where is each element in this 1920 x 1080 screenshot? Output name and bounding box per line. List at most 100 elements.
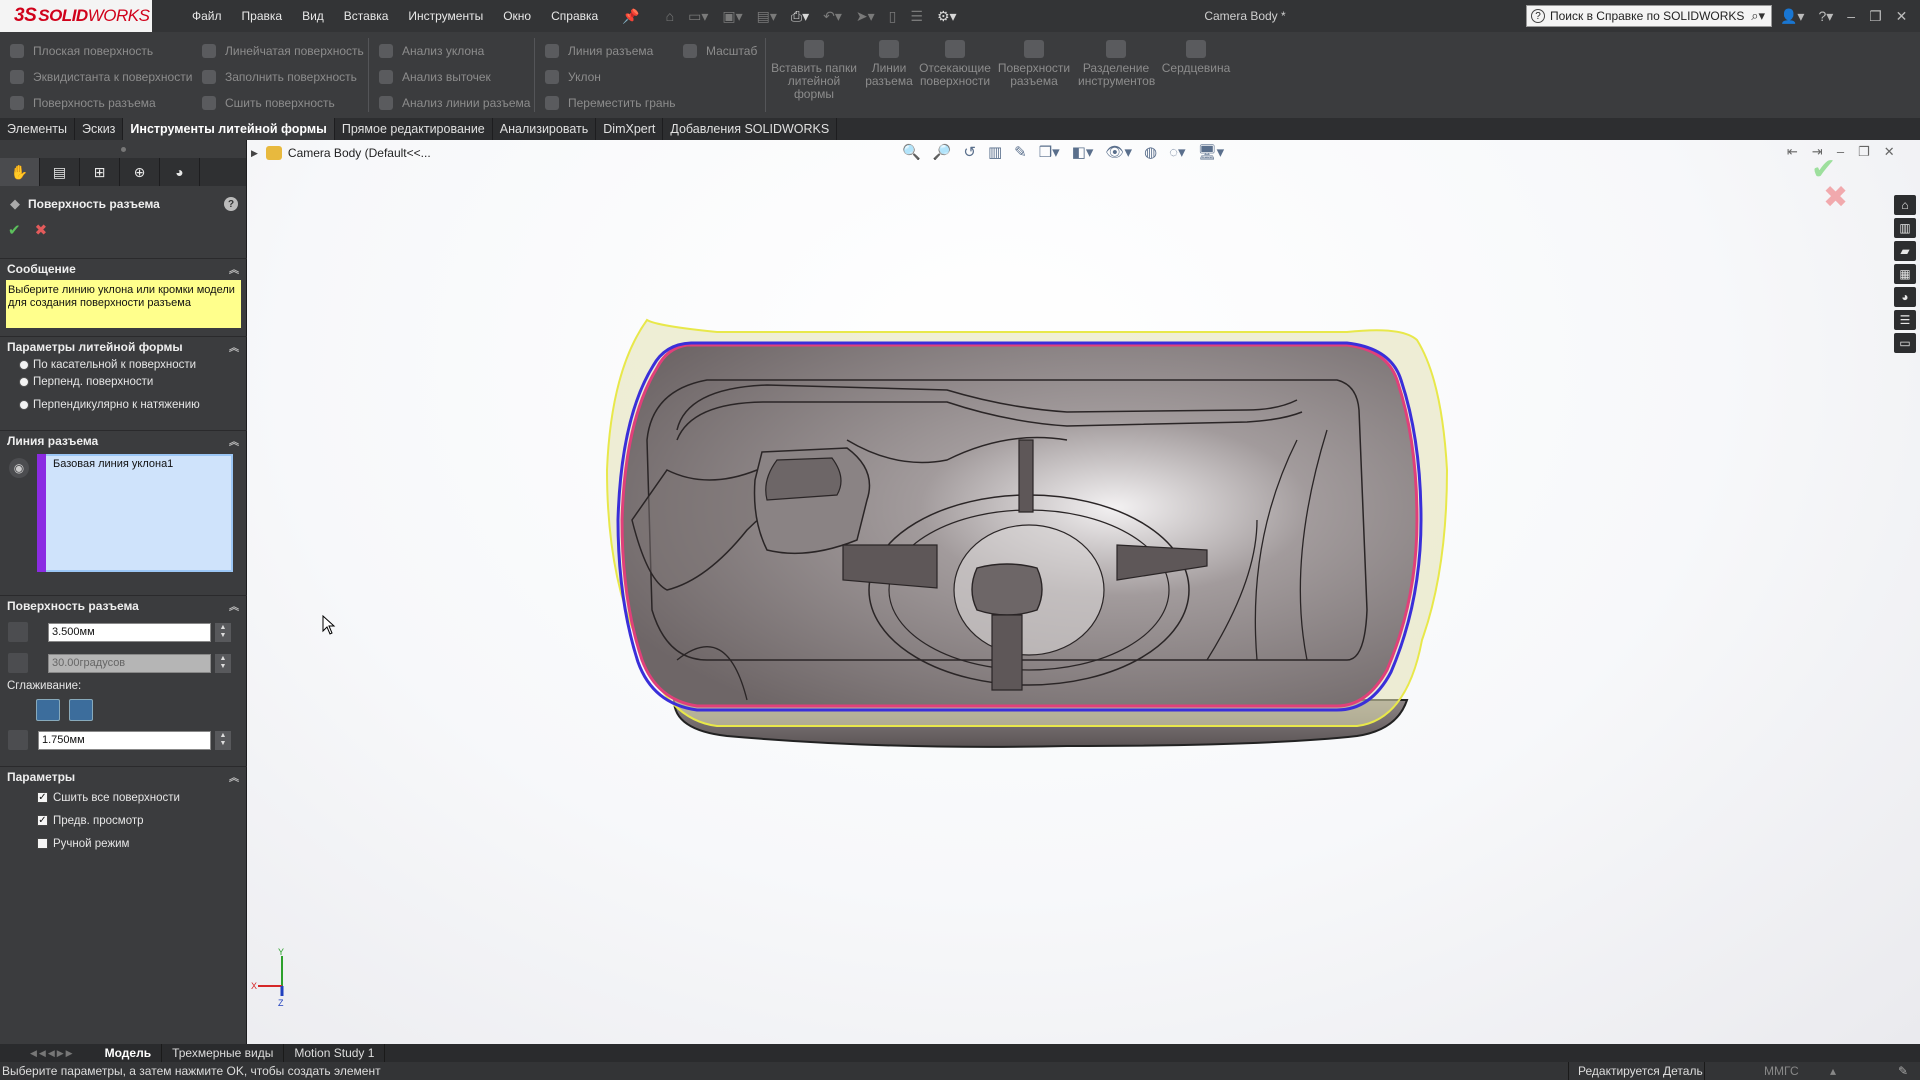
- ok-check-icon[interactable]: ✔: [8, 221, 21, 239]
- camera-body-model[interactable]: [247, 140, 1920, 1044]
- checkbox-checked[interactable]: ✓: [37, 792, 48, 803]
- menu-edit[interactable]: Правка: [232, 0, 293, 32]
- units-dropdown-icon[interactable]: ▴: [1830, 1064, 1836, 1078]
- radio-perpendicular-to-pull[interactable]: Перпендикулярно к натяжению: [0, 396, 247, 413]
- parting-line-header[interactable]: Линия разъема ︽: [0, 430, 247, 450]
- shut-off-surfaces-button[interactable]: Отсекающие поверхности: [918, 40, 992, 88]
- design-library-icon[interactable]: ▥: [1894, 218, 1916, 238]
- previous-view-icon[interactable]: ↺: [963, 143, 976, 161]
- checkbox-unchecked[interactable]: [37, 838, 48, 849]
- parting-surface-button[interactable]: Поверхность разъема: [10, 90, 192, 116]
- save-icon[interactable]: ▤▾: [757, 8, 777, 25]
- tooling-split-button[interactable]: Разделение инструментов: [1078, 40, 1155, 88]
- parting-line-analysis-button[interactable]: Анализ линии разъема: [379, 90, 530, 116]
- display-style-icon[interactable]: ◧▾: [1072, 143, 1094, 161]
- zoom-to-fit-icon[interactable]: 🔍: [902, 143, 921, 161]
- help-question-icon[interactable]: ?: [224, 197, 238, 211]
- options-gear-icon[interactable]: ⚙▾: [937, 8, 957, 25]
- zoom-to-area-icon[interactable]: 🔎: [933, 143, 952, 161]
- undo-icon[interactable]: ↶▾: [823, 8, 842, 25]
- ruled-surface-button[interactable]: Линейчатая поверхность: [202, 38, 364, 64]
- restore-icon[interactable]: ❐: [1869, 8, 1882, 25]
- mold-parameters-header[interactable]: Параметры литейной формы ︽: [0, 336, 247, 356]
- part-label[interactable]: Camera Body (Default<<...: [288, 146, 431, 160]
- collapse-chevron-icon[interactable]: ︽: [229, 598, 239, 613]
- section-view-icon[interactable]: ▥: [988, 143, 1002, 161]
- user-icon[interactable]: 👤▾: [1780, 8, 1804, 25]
- tab-direct-editing[interactable]: Прямое редактирование: [335, 118, 493, 140]
- scale-button[interactable]: Масштаб: [683, 38, 757, 64]
- tab-solidworks-addins[interactable]: Добавления SOLIDWORKS: [663, 118, 838, 140]
- tab-scroll-arrows-icon[interactable]: ◀◀◀▶▶: [30, 1048, 75, 1059]
- menu-window[interactable]: Окно: [493, 0, 541, 32]
- checkbox-show-preview[interactable]: ✓ Предв. просмотр: [0, 809, 247, 832]
- view-orientation-icon[interactable]: ❒▾: [1039, 143, 1060, 161]
- checkbox-knit-all-surfaces[interactable]: ✓ Сшить все поверхности: [0, 786, 247, 809]
- smoothing-distance-spinner[interactable]: ▲ ▼: [215, 730, 231, 750]
- dimxpert-manager-tab-icon[interactable]: ⊕: [120, 158, 160, 186]
- select-icon[interactable]: ➤▾: [856, 8, 875, 25]
- apply-scene-icon[interactable]: ◌▾: [1169, 143, 1185, 161]
- minimize-icon[interactable]: –: [1847, 8, 1855, 24]
- checkbox-manual-mode[interactable]: Ручной режим: [0, 832, 247, 855]
- graphics-area[interactable]: ▶ Camera Body (Default<<... 🔍 🔎 ↺ ▥ ✎ ❒▾…: [247, 140, 1920, 1044]
- parting-line-selection-box[interactable]: Базовая линия уклона1: [37, 454, 233, 572]
- feature-manager-tab-icon[interactable]: ✋: [0, 158, 40, 186]
- insert-mold-folders-button[interactable]: Вставить папки литейной формы: [771, 40, 857, 101]
- split-line-button[interactable]: Линия разъема: [545, 38, 675, 64]
- close-icon[interactable]: ✕: [1896, 8, 1908, 25]
- display-manager-tab-icon[interactable]: ◕: [160, 158, 200, 186]
- quick-tips-icon[interactable]: ✎: [1898, 1064, 1908, 1078]
- panel-grip[interactable]: [0, 140, 246, 158]
- viewport-minimize-icon[interactable]: –: [1837, 144, 1844, 160]
- collapse-chevron-icon[interactable]: ︽: [229, 433, 239, 448]
- checkbox-checked[interactable]: ✓: [37, 815, 48, 826]
- menu-view[interactable]: Вид: [292, 0, 334, 32]
- parting-lines-button[interactable]: Линии разъема: [864, 40, 914, 88]
- tab-model[interactable]: Модель: [95, 1044, 163, 1062]
- cancel-x-icon[interactable]: ✖: [35, 221, 48, 239]
- new-document-icon[interactable]: ▭▾: [688, 8, 708, 25]
- viewport-close-icon[interactable]: ✕: [1884, 144, 1895, 160]
- planar-surface-button[interactable]: Плоская поверхность: [10, 38, 192, 64]
- tab-dimxpert[interactable]: DimXpert: [596, 118, 664, 140]
- viewport-restore-icon[interactable]: ❐: [1858, 144, 1870, 160]
- search-icon[interactable]: ⌕▾: [1751, 8, 1765, 24]
- home-icon[interactable]: ⌂: [666, 8, 674, 24]
- tab-sketch[interactable]: Эскиз: [75, 118, 124, 140]
- tab-features[interactable]: Элементы: [0, 118, 75, 140]
- property-manager-tab-icon[interactable]: ▤: [40, 158, 80, 186]
- parting-surfaces-button[interactable]: Поверхности разъема: [996, 40, 1072, 88]
- file-properties-icon[interactable]: ☰: [910, 8, 923, 25]
- configuration-manager-tab-icon[interactable]: ⊞: [80, 158, 120, 186]
- distance-spinner[interactable]: ▲ ▼: [215, 622, 231, 642]
- help-icon[interactable]: ?▾: [1818, 8, 1833, 25]
- tab-motion-study[interactable]: Motion Study 1: [284, 1044, 386, 1062]
- move-face-button[interactable]: Переместить грань: [545, 90, 675, 116]
- radio-normal-to-surface[interactable]: Перпенд. поверхности: [0, 373, 247, 390]
- radio-button[interactable]: [19, 399, 29, 410]
- collapse-chevron-icon[interactable]: ︽: [229, 769, 239, 784]
- hide-show-items-icon[interactable]: 👁▾: [1105, 143, 1132, 161]
- help-search-box[interactable]: ? Поиск в Справке по SOLIDWORKS ⌕▾: [1526, 5, 1772, 27]
- radio-button[interactable]: [19, 376, 29, 387]
- radio-tangent-to-surface[interactable]: По касательной к поверхности: [0, 356, 247, 373]
- tab-3d-views[interactable]: Трехмерные виды: [162, 1044, 285, 1062]
- smooth-smoothing-button[interactable]: [69, 699, 93, 721]
- confirmation-cancel-icon[interactable]: ✖: [1823, 180, 1848, 215]
- appearances-icon[interactable]: ◕: [1894, 287, 1916, 307]
- offset-surface-button[interactable]: Эквидистанта к поверхности: [10, 64, 192, 90]
- forum-icon[interactable]: ▭: [1894, 333, 1916, 353]
- sharp-smoothing-button[interactable]: [36, 699, 60, 721]
- fill-surface-button[interactable]: Заполнить поверхность: [202, 64, 364, 90]
- draft-analysis-button[interactable]: Анализ уклона: [379, 38, 530, 64]
- distance-input[interactable]: [48, 622, 211, 642]
- solidworks-resources-icon[interactable]: ⌂: [1894, 195, 1916, 215]
- message-group-header[interactable]: Сообщение ︽: [0, 258, 247, 278]
- options-header[interactable]: Параметры ︽: [0, 766, 247, 786]
- open-icon[interactable]: ▣▾: [722, 8, 742, 25]
- tab-mold-tools[interactable]: Инструменты литейной формы: [123, 118, 335, 140]
- print-icon[interactable]: ⎙▾: [791, 8, 809, 25]
- custom-properties-icon[interactable]: ☰: [1894, 310, 1916, 330]
- undercut-analysis-button[interactable]: Анализ выточек: [379, 64, 530, 90]
